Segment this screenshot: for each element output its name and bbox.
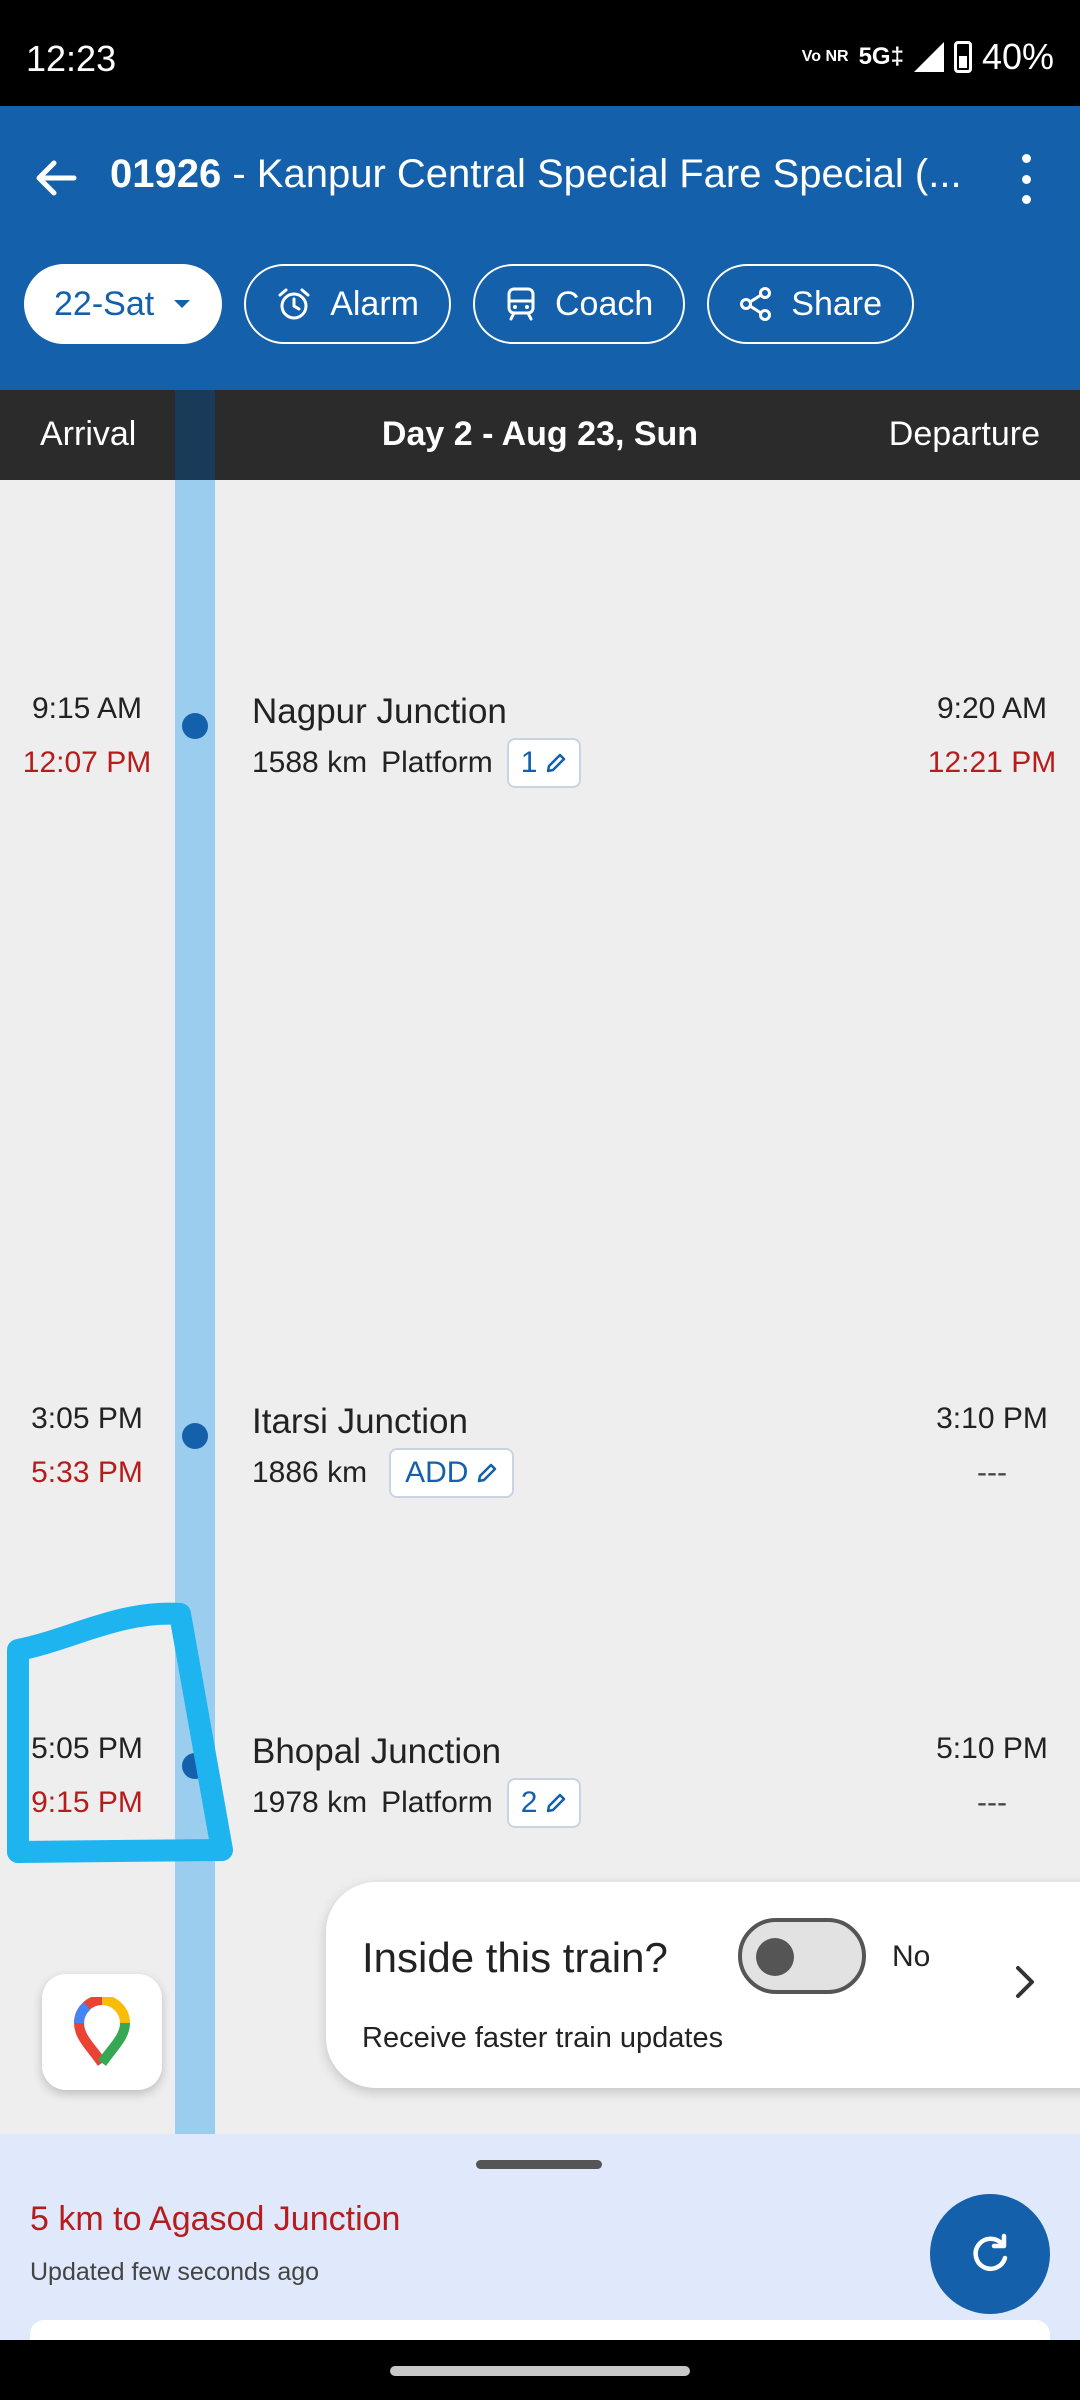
arrow-left-icon (36, 160, 77, 196)
volte-icon: Vo NR (801, 48, 849, 65)
alarm-button[interactable]: Alarm (244, 264, 451, 344)
page-title: 01926 - Kanpur Central Special Fare Spec… (110, 152, 980, 197)
sheet-card-edge (30, 2320, 1050, 2340)
platform-edit-button[interactable]: 2 (506, 1778, 582, 1828)
station-info: 1588 km Platform 1 (252, 738, 582, 788)
train-number: 01926 (110, 152, 222, 196)
station-distance: 1886 km (252, 1456, 368, 1489)
train-name: - Kanpur Central Special Fare Special (.… (221, 152, 962, 196)
app-bar: 01926 - Kanpur Central Special Fare Spec… (0, 106, 1080, 390)
date-label: 22-Sat (54, 284, 155, 323)
coach-button[interactable]: Coach (472, 264, 686, 344)
system-nav-bar (0, 2340, 1080, 2400)
arrival-actual: 5:33 PM (31, 1456, 143, 1489)
arrival-actual: 12:07 PM (22, 746, 152, 779)
pencil-icon (547, 753, 566, 773)
share-label: Share (791, 284, 882, 323)
platform-number: 2 (520, 1786, 538, 1819)
maps-button[interactable] (42, 1974, 162, 2090)
action-chips: 22-Sat Alarm Coach Share (24, 264, 914, 344)
signal-icon (913, 42, 944, 72)
station-distance: 1588 km (252, 746, 368, 779)
station-row[interactable]: 9:15 AM 12:07 PM Nagpur Junction 1588 km… (0, 692, 1080, 818)
battery-icon (953, 41, 972, 73)
station-name: Itarsi Junction (252, 1402, 468, 1441)
status-bar: 12:23 Vo NR 5G‡ 40% (0, 0, 1080, 106)
pencil-icon (547, 1793, 566, 1813)
last-updated-text: Updated few seconds ago (30, 2258, 320, 2286)
share-button[interactable]: Share (707, 264, 914, 344)
toggle-knob (756, 1938, 794, 1976)
station-name: Nagpur Junction (252, 692, 507, 731)
platform-label: Platform (381, 746, 493, 779)
departure-actual: --- (977, 1786, 1007, 1819)
arrival-column-header: Arrival (40, 415, 137, 453)
day-header: Arrival Day 2 - Aug 23, Sun Departure (0, 390, 1080, 480)
more-vertical-icon (1021, 154, 1031, 163)
station-info: 1886 km ADD (252, 1448, 515, 1498)
departure-actual: --- (977, 1456, 1007, 1489)
station-dot (182, 1423, 208, 1449)
map-pin-icon (73, 1997, 130, 2066)
refresh-button[interactable] (930, 2194, 1050, 2314)
pencil-icon (478, 1463, 497, 1483)
toggle-state-label: No (892, 1940, 931, 1973)
inside-train-title: Inside this train? (362, 1934, 668, 1981)
station-dot (182, 713, 208, 739)
coach-label: Coach (554, 284, 654, 323)
departure-scheduled: 9:20 AM (936, 692, 1048, 725)
track-header-lane (175, 390, 215, 480)
refresh-icon (973, 2233, 1008, 2272)
status-time: 12:23 (26, 38, 117, 79)
platform-add-label: ADD (405, 1456, 469, 1489)
arrival-scheduled: 3:05 PM (31, 1402, 143, 1435)
back-button[interactable] (30, 152, 82, 204)
train-icon (507, 287, 535, 321)
chevron-down-icon (174, 300, 191, 308)
arrival-scheduled: 9:15 AM (31, 692, 143, 725)
inside-train-card[interactable]: Inside this train? No Receive faster tra… (326, 1882, 1080, 2088)
highlight-annotation (7, 1602, 233, 1863)
departure-column-header: Departure (888, 415, 1040, 453)
platform-number: 1 (520, 746, 538, 779)
more-options-button[interactable] (1006, 154, 1046, 204)
departure-actual: 12:21 PM (927, 746, 1057, 779)
inside-train-subtitle: Receive faster train updates (362, 2022, 724, 2054)
station-info: 1978 km Platform 2 (252, 1778, 582, 1828)
alarm-label: Alarm (330, 284, 419, 323)
departure-scheduled: 5:10 PM (936, 1732, 1048, 1765)
station-distance: 1978 km (252, 1786, 368, 1819)
platform-edit-button[interactable]: 1 (506, 738, 582, 788)
network-type: 5G‡ (858, 43, 904, 70)
day-label: Day 2 - Aug 23, Sun (381, 415, 699, 453)
platform-label: Platform (381, 1786, 493, 1819)
date-selector[interactable]: 22-Sat (24, 264, 223, 344)
home-gesture-handle[interactable] (390, 2366, 690, 2376)
inside-train-toggle[interactable] (738, 1918, 866, 1994)
station-row[interactable]: 3:05 PM 5:33 PM Itarsi Junction 1886 km … (0, 1402, 1080, 1528)
live-status-sheet[interactable]: 5 km to Agasod Junction Updated few seco… (0, 2134, 1080, 2340)
share-icon (740, 287, 772, 321)
sheet-drag-handle[interactable] (476, 2160, 602, 2169)
platform-add-button[interactable]: ADD (389, 1448, 515, 1498)
status-icons: Vo NR 5G‡ 40% (802, 36, 1054, 78)
station-name: Bhopal Junction (252, 1732, 502, 1771)
departure-scheduled: 3:10 PM (936, 1402, 1048, 1435)
battery-percent: 40% (981, 36, 1054, 77)
current-location-text: 5 km to Agasod Junction (30, 2200, 401, 2238)
alarm-icon (278, 288, 310, 320)
chevron-right-icon[interactable] (1010, 1962, 1040, 2002)
